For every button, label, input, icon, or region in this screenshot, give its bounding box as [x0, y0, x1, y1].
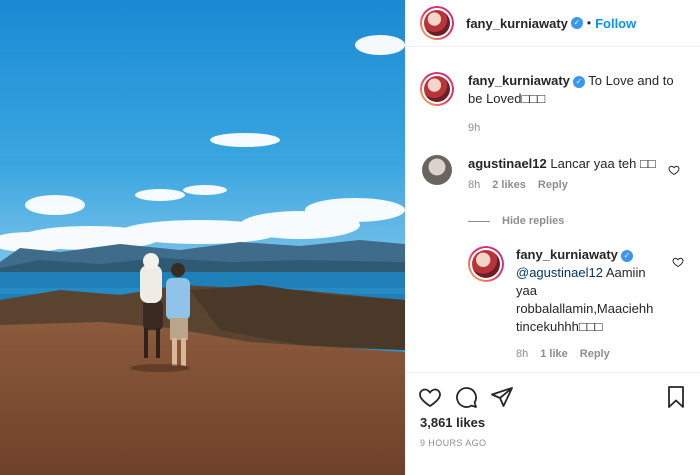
- verified-badge-icon: ✓: [572, 75, 585, 88]
- paper-plane-icon[interactable]: [490, 385, 514, 409]
- reply-mention-link[interactable]: @agustinael12: [516, 265, 603, 280]
- caption: fany_kurniawaty ✓ To Love and to be Loved…: [420, 72, 688, 134]
- comment-icon[interactable]: [454, 385, 478, 409]
- reply-like-heart-icon[interactable]: [672, 256, 684, 268]
- reply-author-avatar[interactable]: [468, 246, 504, 282]
- heart-icon[interactable]: [418, 385, 442, 409]
- avatar-image: [472, 250, 500, 278]
- follow-button[interactable]: Follow: [595, 16, 636, 31]
- avatar-image: [424, 76, 450, 102]
- comment-item: agustinael12 Lancar yaa teh □□ 8h 2 like…: [420, 155, 668, 191]
- commenter-avatar[interactable]: [422, 155, 452, 185]
- hide-replies-toggle[interactable]: Hide replies: [468, 215, 564, 227]
- reply-time[interactable]: 8h: [516, 348, 528, 360]
- post-details-panel: fany_kurniawaty ✓ • Follow fany_kurniawa…: [405, 0, 700, 475]
- reply-item: fany_kurniawaty ✓ @agustinael12 Aamiin ya…: [468, 246, 666, 360]
- caption-time[interactable]: 9h: [468, 122, 480, 134]
- caption-author-avatar[interactable]: [420, 72, 454, 106]
- comment-time[interactable]: 8h: [468, 179, 480, 191]
- comment-reply-button[interactable]: Reply: [538, 179, 568, 191]
- caption-author-username[interactable]: fany_kurniawaty: [468, 73, 570, 88]
- likes-count[interactable]: 3,861 likes: [420, 415, 485, 430]
- replies-divider-line: [468, 220, 490, 222]
- comment-text: Lancar yaa teh □□: [550, 156, 656, 171]
- separator-dot: •: [586, 16, 592, 30]
- post-actions-bar: 3,861 likes 9 HOURS AGO: [406, 372, 700, 475]
- avatar-image: [424, 10, 450, 36]
- reply-likes[interactable]: 1 like: [540, 348, 568, 360]
- commenter-username[interactable]: agustinael12: [468, 156, 547, 171]
- post-photo[interactable]: [0, 0, 405, 475]
- comment-likes[interactable]: 2 likes: [492, 179, 526, 191]
- comment-like-heart-icon[interactable]: [668, 164, 680, 176]
- author-username[interactable]: fany_kurniawaty: [466, 16, 568, 31]
- post-header: fany_kurniawaty ✓ • Follow: [406, 0, 700, 47]
- author-avatar[interactable]: [420, 6, 454, 40]
- hide-replies-label: Hide replies: [502, 215, 565, 227]
- reply-reply-button[interactable]: Reply: [580, 348, 610, 360]
- beach-photo-illustration: [0, 0, 405, 475]
- verified-badge-icon: ✓: [570, 17, 583, 29]
- instagram-post: fany_kurniawaty ✓ • Follow fany_kurniawa…: [0, 0, 700, 475]
- bookmark-icon[interactable]: [664, 385, 688, 409]
- post-timestamp[interactable]: 9 HOURS AGO: [420, 438, 486, 448]
- reply-author-username[interactable]: fany_kurniawaty: [516, 247, 618, 262]
- verified-badge-icon: ✓: [620, 249, 633, 262]
